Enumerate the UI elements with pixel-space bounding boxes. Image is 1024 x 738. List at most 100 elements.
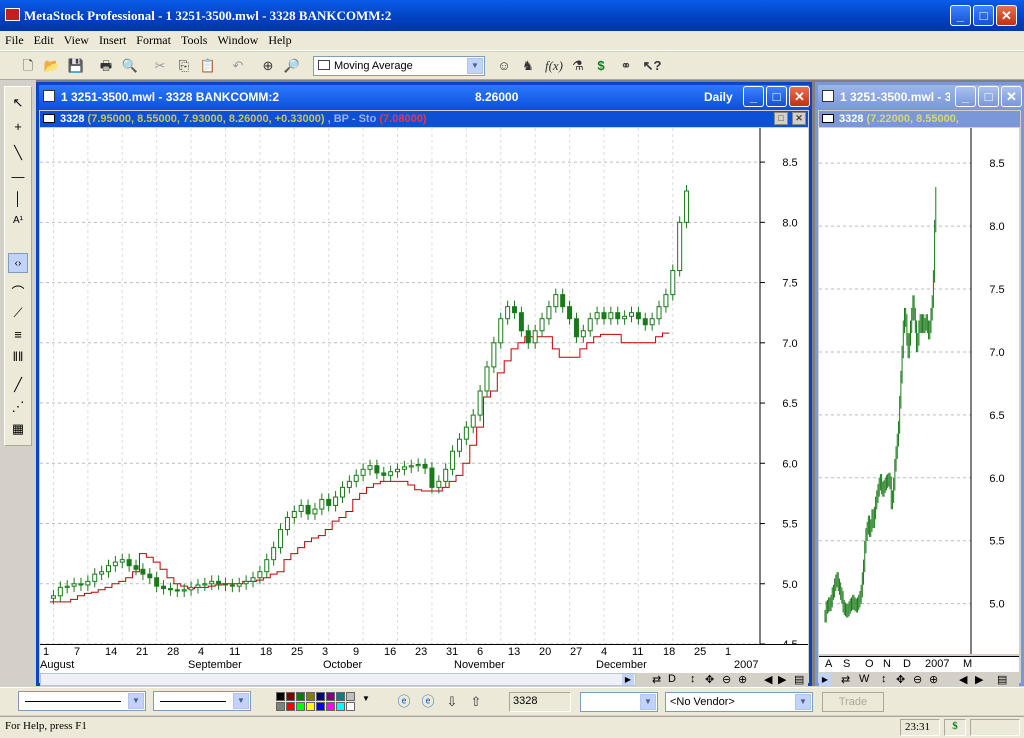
palette-swatch[interactable]: [326, 702, 335, 711]
symbol-field[interactable]: 3328: [509, 692, 571, 712]
scroll-icon[interactable]: ‹›: [8, 253, 28, 273]
fan-icon[interactable]: ⟋: [8, 303, 28, 323]
palette-swatch[interactable]: [336, 702, 345, 711]
text-icon[interactable]: A¹: [8, 211, 28, 231]
periodicity-button[interactable]: D: [668, 673, 676, 685]
palette-swatch[interactable]: [286, 702, 295, 711]
inner-restore-button[interactable]: □: [774, 112, 788, 125]
app-icon[interactable]: [5, 8, 20, 21]
scroll-right-button[interactable]: ▶: [622, 674, 634, 685]
vertical-line-icon[interactable]: │: [8, 189, 28, 209]
explorer-icon[interactable]: ♞: [518, 56, 538, 76]
second-page-icon[interactable]: ▤: [997, 673, 1007, 686]
scroll-right-icon[interactable]: ▶: [778, 673, 786, 686]
expert-advisor-icon[interactable]: ☺: [494, 56, 514, 76]
zoom-icon[interactable]: 🔎: [282, 56, 302, 76]
vendor-select[interactable]: <No Vendor> ▼: [665, 692, 813, 712]
move-icon[interactable]: ✥: [705, 673, 714, 686]
paste-icon[interactable]: 📋: [198, 56, 218, 76]
chevron-down-icon[interactable]: ▼: [233, 693, 249, 709]
minimize-button[interactable]: _: [950, 5, 971, 26]
security-select[interactable]: ▼: [580, 692, 658, 712]
second-zoom-out-icon[interactable]: ⊖: [913, 673, 922, 686]
internet-icon[interactable]: ⓔ: [394, 692, 414, 712]
channel-icon[interactable]: ≡: [8, 325, 28, 345]
crosshair-tool-icon[interactable]: ⊕: [258, 56, 278, 76]
scrollbar-track[interactable]: [40, 673, 636, 686]
gann-fan-icon[interactable]: ⋰: [8, 397, 28, 417]
indicator-select[interactable]: Moving Average ▼: [313, 56, 485, 76]
dollar-icon[interactable]: $: [591, 56, 611, 76]
trendline-icon[interactable]: ╲: [8, 143, 28, 163]
palette-swatch[interactable]: [296, 692, 305, 701]
second-scroll-right-button[interactable]: ▶: [819, 673, 831, 686]
chevron-down-icon[interactable]: ▼: [640, 694, 656, 710]
print-preview-icon[interactable]: 🔍: [120, 56, 140, 76]
second-maximize-button[interactable]: □: [978, 86, 999, 107]
second-price-plot[interactable]: 8.5 8.0 7.5 7.0 6.5 6.0 5.5 5.0: [819, 128, 1019, 654]
open-icon[interactable]: 📂: [42, 56, 62, 76]
palette-swatch[interactable]: [306, 702, 315, 711]
chart-minimize-button[interactable]: _: [743, 86, 764, 107]
second-move-icon[interactable]: ✥: [896, 673, 905, 686]
menu-help[interactable]: Help: [263, 31, 296, 48]
color-palette[interactable]: [276, 692, 360, 712]
menu-window[interactable]: Window: [212, 31, 263, 48]
menu-view[interactable]: View: [59, 31, 94, 48]
page-icon[interactable]: ▤: [794, 673, 804, 686]
maximize-button[interactable]: □: [973, 5, 994, 26]
formula-icon[interactable]: f(x): [544, 56, 564, 76]
palette-swatch[interactable]: [346, 702, 355, 711]
chevron-down-icon[interactable]: ▼: [128, 693, 144, 709]
binoculars-icon[interactable]: ⚭: [616, 56, 636, 76]
copy-icon[interactable]: ⎘: [174, 56, 194, 76]
undo-icon[interactable]: ↶: [228, 56, 248, 76]
speed-line-icon[interactable]: ╱: [8, 375, 28, 395]
close-button[interactable]: ✕: [996, 5, 1017, 26]
pointer-icon[interactable]: ↖: [8, 93, 28, 113]
palette-swatch[interactable]: [346, 692, 355, 701]
palette-swatch[interactable]: [306, 692, 315, 701]
chart-maximize-button[interactable]: □: [766, 86, 787, 107]
palette-swatch[interactable]: [316, 702, 325, 711]
price-plot-area[interactable]: 4.55.05.56.06.57.07.58.08.5: [40, 128, 808, 651]
palette-swatch[interactable]: [326, 692, 335, 701]
menu-format[interactable]: Format: [131, 31, 176, 48]
second-expand-icon[interactable]: ↕: [881, 673, 887, 685]
second-scroll-left-icon[interactable]: ◀: [959, 673, 967, 686]
second-scroll-right-icon[interactable]: ▶: [975, 673, 983, 686]
menu-file[interactable]: File: [0, 31, 29, 48]
second-refresh-icon[interactable]: ⇄: [841, 673, 850, 686]
cycle-icon[interactable]: ‖‖: [8, 347, 28, 367]
upload-icon[interactable]: ⇧: [466, 692, 486, 712]
inner-close-button[interactable]: ✕: [792, 112, 806, 125]
palette-swatch[interactable]: [316, 692, 325, 701]
new-icon[interactable]: 🗋: [18, 56, 38, 76]
second-zoom-in-icon[interactable]: ⊕: [929, 673, 938, 686]
palette-swatch[interactable]: [286, 692, 295, 701]
line-style-select[interactable]: ▼: [18, 691, 146, 711]
menu-tools[interactable]: Tools: [176, 31, 213, 48]
palette-swatch[interactable]: [276, 702, 285, 711]
print-icon[interactable]: 🖶: [96, 56, 116, 76]
scroll-refresh-icon[interactable]: ⇄: [652, 673, 661, 686]
palette-swatch[interactable]: [276, 692, 285, 701]
arc-icon[interactable]: ⌒: [8, 283, 28, 303]
zoom-out-icon[interactable]: ⊖: [722, 673, 731, 686]
second-close-button[interactable]: ✕: [1001, 86, 1022, 107]
trade-button[interactable]: Trade: [822, 692, 884, 712]
crosshair-icon[interactable]: +: [8, 117, 28, 137]
zoom-in-icon[interactable]: ⊕: [738, 673, 747, 686]
system-tester-icon[interactable]: ⚗: [568, 56, 588, 76]
cut-icon[interactable]: ✂: [150, 56, 170, 76]
expand-vertical-icon[interactable]: ↕: [690, 673, 696, 685]
download-icon[interactable]: ⇩: [442, 692, 462, 712]
horizontal-line-icon[interactable]: —: [8, 167, 28, 187]
second-minimize-button[interactable]: _: [955, 86, 976, 107]
chevron-down-icon[interactable]: ▼: [795, 694, 811, 710]
palette-swatch[interactable]: [336, 692, 345, 701]
menu-insert[interactable]: Insert: [94, 31, 131, 48]
second-periodicity-button[interactable]: W: [859, 673, 869, 685]
menu-edit[interactable]: Edit: [29, 31, 59, 48]
scroll-left-icon[interactable]: ◀: [764, 673, 772, 686]
